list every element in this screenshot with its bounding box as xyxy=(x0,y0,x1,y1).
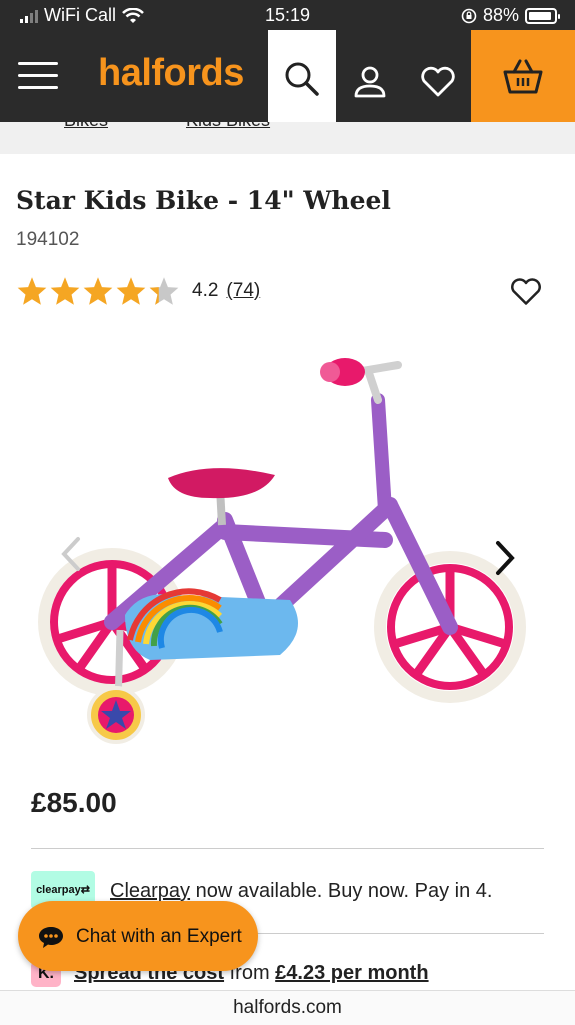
review-count-link[interactable]: (74) xyxy=(226,280,260,302)
halfords-logo[interactable]: halfords xyxy=(98,52,244,95)
status-bar: WiFi Call 15:19 88% xyxy=(0,0,575,30)
spread-cost-amount[interactable]: £4.23 per month xyxy=(275,962,428,984)
divider xyxy=(31,848,544,849)
product-image-gallery[interactable] xyxy=(0,320,575,760)
rating-value: 4.2 xyxy=(192,280,219,301)
clearpay-link[interactable]: Clearpay xyxy=(110,880,190,902)
search-icon xyxy=(285,62,319,96)
status-right: 88% xyxy=(461,5,560,26)
heart-icon xyxy=(421,66,455,97)
product-rating[interactable]: 4.2 (74) xyxy=(16,276,260,306)
clearpay-badge-text: clearpay xyxy=(36,884,81,896)
star-rating xyxy=(16,276,180,306)
previous-image-arrow[interactable] xyxy=(60,536,82,572)
browser-url-bar[interactable]: halfords.com xyxy=(0,990,575,1025)
basket-button[interactable] xyxy=(471,30,575,122)
chat-with-expert-button[interactable]: Chat with an Expert xyxy=(18,901,258,971)
rotation-lock-icon xyxy=(461,8,477,23)
chat-bubble-icon xyxy=(39,927,63,948)
product-sku: 194102 xyxy=(16,229,80,250)
menu-icon[interactable] xyxy=(18,62,58,90)
star-icon xyxy=(116,277,146,305)
breadcrumb-item-bikes[interactable]: Bikes xyxy=(64,122,108,131)
add-to-wishlist-button[interactable] xyxy=(508,274,544,308)
star-partial-icon xyxy=(149,277,179,305)
next-image-arrow[interactable] xyxy=(494,540,516,576)
clearpay-message: Clearpay now available. Buy now. Pay in … xyxy=(110,880,492,903)
battery-percent: 88% xyxy=(482,5,519,25)
product-title: Star Kids Bike - 14" Wheel xyxy=(16,186,391,215)
battery-icon xyxy=(525,7,560,24)
product-price: £85.00 xyxy=(31,787,117,818)
search-button[interactable] xyxy=(268,30,336,122)
site-header: halfords xyxy=(0,30,575,122)
star-icon xyxy=(50,277,80,305)
user-icon xyxy=(354,66,386,98)
wishlist-button[interactable] xyxy=(418,62,458,102)
breadcrumb: Bikes Kids Bikes xyxy=(0,122,575,154)
star-icon xyxy=(83,277,113,305)
star-icon xyxy=(17,277,47,305)
product-image xyxy=(38,358,526,744)
account-button[interactable] xyxy=(350,62,390,102)
chat-label: Chat with an Expert xyxy=(76,926,242,947)
basket-icon xyxy=(503,59,543,94)
heart-icon xyxy=(511,278,541,305)
breadcrumb-item-kids-bikes[interactable]: Kids Bikes xyxy=(186,122,270,131)
clearpay-description: now available. Buy now. Pay in 4. xyxy=(190,880,493,902)
